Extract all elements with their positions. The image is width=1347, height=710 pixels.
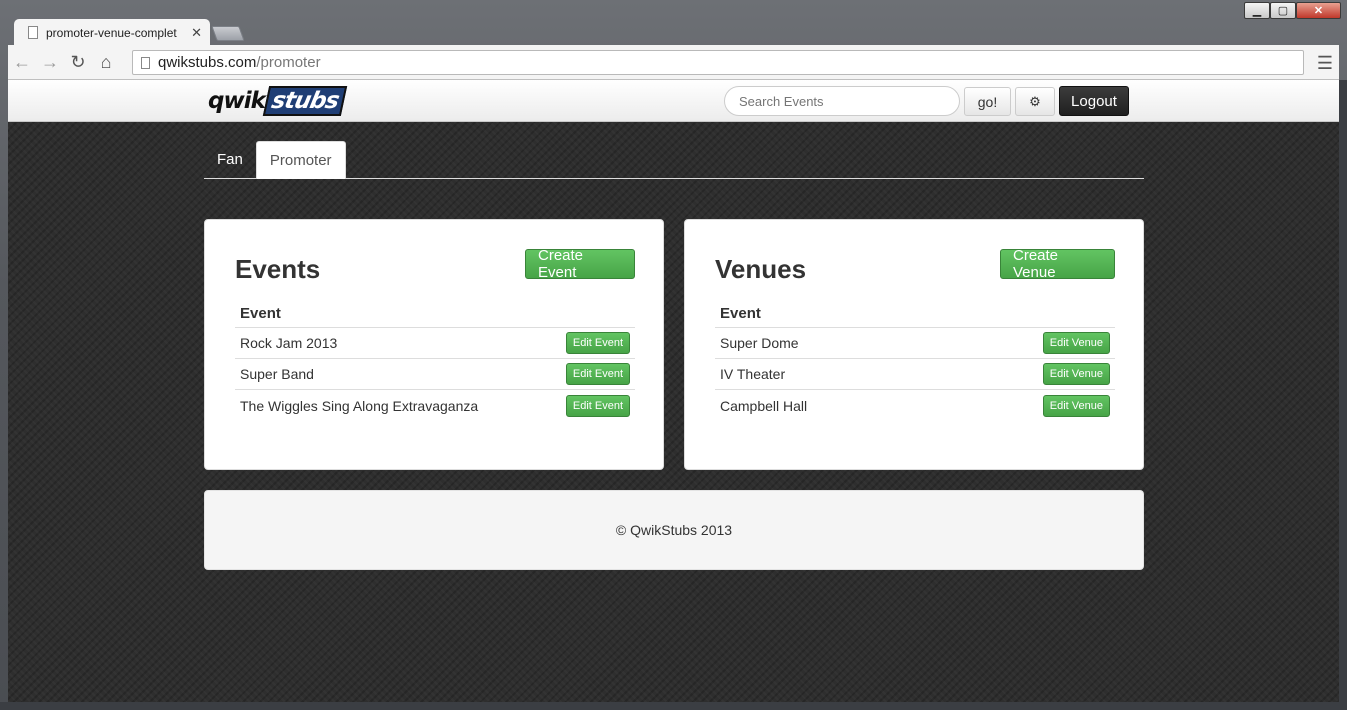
events-table: Event Rock Jam 2013 Edit Event Super Ban… (235, 300, 635, 421)
edit-event-button[interactable]: Edit Event (565, 363, 630, 385)
url-path: /promoter (256, 54, 321, 71)
tab-promoter[interactable]: Promoter (255, 141, 346, 179)
event-name: Super Band (240, 366, 314, 382)
menu-icon[interactable]: ☰ (1317, 53, 1333, 74)
venues-title: Venues (715, 254, 807, 284)
gear-icon: ⚙ (1029, 93, 1041, 109)
event-name: Rock Jam 2013 (240, 335, 338, 351)
edit-event-button[interactable]: Edit Event (565, 394, 630, 417)
table-header: Event (715, 300, 1115, 328)
search-events-input[interactable] (724, 86, 960, 116)
edit-venue-button[interactable]: Edit Venue (1042, 394, 1110, 417)
go-button[interactable]: go! (964, 87, 1011, 116)
venue-name: IV Theater (720, 366, 786, 382)
browser-window: ▁ ▢ ✕ promoter-venue-complet ✕ ← → ↻ ⌂ q… (0, 0, 1347, 710)
window-border-bottom (0, 702, 1347, 710)
reload-icon[interactable]: ↻ (64, 52, 92, 73)
events-title: Events (235, 254, 321, 284)
create-event-button[interactable]: Create Event (525, 247, 635, 281)
logo-text-stubs: stubs (262, 86, 348, 116)
window-controls: ▁ ▢ ✕ (1244, 2, 1341, 19)
maximize-button[interactable]: ▢ (1270, 2, 1296, 19)
browser-toolbar: ← → ↻ ⌂ qwikstubs.com/promoter ☰ (8, 45, 1339, 80)
site-navbar: qwik stubs go! ⚙ Logout (8, 80, 1339, 122)
page-icon (28, 26, 38, 39)
page-viewport: qwik stubs go! ⚙ Logout Fan Promoter Eve… (8, 80, 1339, 702)
back-icon[interactable]: ← (8, 52, 36, 73)
table-row: Super Band Edit Event (235, 359, 635, 390)
window-border-right (1339, 80, 1347, 710)
browser-tab[interactable]: promoter-venue-complet ✕ (14, 19, 210, 46)
tab-title: promoter-venue-complet (46, 25, 177, 40)
venues-card: Venues Create Venue Event Super Dome Edi… (684, 219, 1144, 470)
table-row: Campbell Hall Edit Venue (715, 390, 1115, 421)
venue-name: Campbell Hall (720, 397, 808, 414)
page-tabs: Fan Promoter (204, 141, 1144, 179)
table-row: IV Theater Edit Venue (715, 359, 1115, 390)
edit-venue-button[interactable]: Edit Venue (1042, 332, 1110, 354)
venues-table: Event Super Dome Edit Venue IV Theater E… (715, 300, 1115, 421)
events-card: Events Create Event Event Rock Jam 2013 … (204, 219, 664, 470)
logout-button[interactable]: Logout (1059, 86, 1129, 116)
create-venue-button[interactable]: Create Venue (1000, 247, 1115, 281)
logo-text-qwik: qwik (208, 88, 266, 114)
tab-fan[interactable]: Fan (204, 141, 256, 178)
edit-venue-button[interactable]: Edit Venue (1042, 363, 1110, 385)
close-tab-icon[interactable]: ✕ (191, 25, 202, 41)
qwikstubs-logo[interactable]: qwik stubs (208, 85, 348, 117)
table-row: Rock Jam 2013 Edit Event (235, 328, 635, 359)
minimize-button[interactable]: ▁ (1244, 2, 1270, 19)
copyright-text: © QwikStubs 2013 (615, 522, 733, 538)
url-host: qwikstubs.com (158, 54, 257, 71)
home-icon[interactable]: ⌂ (92, 52, 120, 73)
edit-event-button[interactable]: Edit Event (565, 332, 630, 354)
close-window-button[interactable]: ✕ (1296, 2, 1341, 19)
table-row: The Wiggles Sing Along Extravaganza Edit… (235, 390, 635, 421)
venue-name: Super Dome (720, 335, 799, 351)
table-header: Event (235, 300, 635, 328)
address-bar[interactable]: qwikstubs.com/promoter (132, 50, 1304, 75)
site-footer: © QwikStubs 2013 (204, 490, 1144, 570)
forward-icon[interactable]: → (36, 52, 64, 73)
event-name: The Wiggles Sing Along Extravaganza (240, 397, 479, 414)
settings-button[interactable]: ⚙ (1015, 87, 1055, 116)
new-tab-button[interactable] (211, 26, 245, 41)
page-icon (141, 56, 150, 69)
table-row: Super Dome Edit Venue (715, 328, 1115, 359)
